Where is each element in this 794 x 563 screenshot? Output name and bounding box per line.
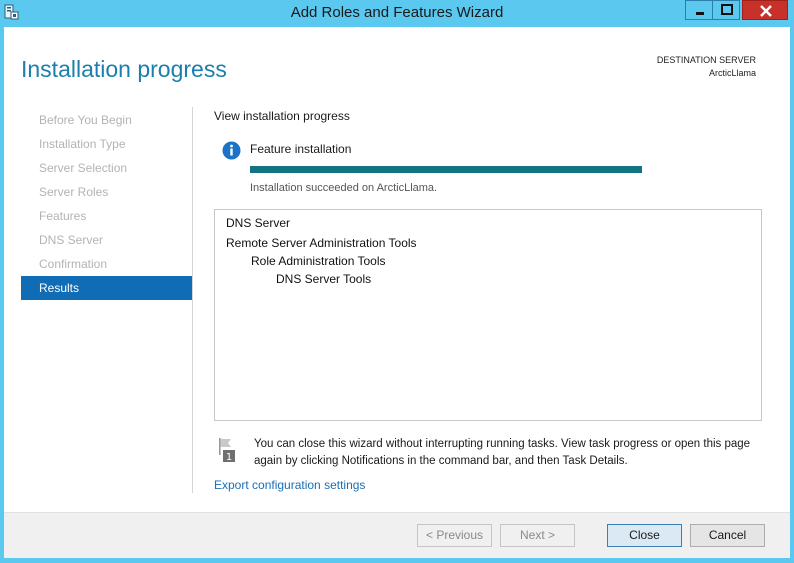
maximize-icon: [721, 4, 733, 15]
cancel-button[interactable]: Cancel: [690, 524, 765, 547]
destination-server: DESTINATION SERVER ArcticLlama: [657, 54, 756, 80]
nav-divider: [192, 107, 193, 493]
wizard-client-area: Installation progress DESTINATION SERVER…: [4, 27, 790, 558]
feature-installation-label: Feature installation: [250, 142, 352, 156]
nav-item-results[interactable]: Results: [21, 276, 192, 300]
close-icon: [760, 5, 772, 17]
next-button[interactable]: Next >: [500, 524, 575, 547]
info-icon: [222, 141, 241, 160]
maximize-button[interactable]: [712, 0, 740, 20]
result-item: Role Administration Tools: [251, 254, 386, 268]
title-bar[interactable]: Add Roles and Features Wizard: [0, 0, 794, 26]
window-close-button[interactable]: [742, 0, 788, 20]
nav-item-server-roles[interactable]: Server Roles: [21, 180, 192, 204]
close-wizard-note: You can close this wizard without interr…: [254, 438, 751, 467]
nav-item-before-you-begin[interactable]: Before You Begin: [21, 108, 192, 132]
progress-fill: [250, 166, 642, 173]
minimize-button[interactable]: [685, 0, 713, 20]
wizard-footer: < Previous Next > Close Cancel: [4, 512, 790, 558]
nav-item-dns-server[interactable]: DNS Server: [21, 228, 192, 252]
minimize-icon: [696, 12, 704, 15]
results-list[interactable]: DNS Server Remote Server Administration T…: [214, 209, 762, 421]
result-item: DNS Server: [226, 216, 291, 230]
section-label: View installation progress: [214, 109, 350, 123]
wizard-step-nav: Before You Begin Installation Type Server …: [21, 108, 192, 300]
close-button[interactable]: Close: [607, 524, 682, 547]
previous-button[interactable]: < Previous: [417, 524, 492, 547]
page-title: Installation progress: [21, 56, 227, 82]
window-title: Add Roles and Features Wizard: [290, 4, 504, 21]
notification-flag-icon: 1: [216, 437, 240, 465]
nav-item-features[interactable]: Features: [21, 204, 192, 228]
destination-server-name: ArcticLlama: [708, 68, 756, 78]
result-item: Remote Server Administration Tools: [226, 236, 417, 250]
nav-item-confirmation[interactable]: Confirmation: [21, 252, 192, 276]
nav-item-installation-type[interactable]: Installation Type: [21, 132, 192, 156]
installation-progress-bar: [250, 166, 642, 173]
result-item: DNS Server Tools: [276, 272, 372, 286]
export-configuration-link[interactable]: Export configuration settings: [214, 478, 365, 492]
destination-server-label: DESTINATION SERVER: [656, 55, 756, 65]
nav-item-server-selection[interactable]: Server Selection: [21, 156, 192, 180]
notification-count: 1: [226, 452, 232, 463]
installation-status: Installation succeeded on ArcticLlama.: [250, 182, 438, 194]
